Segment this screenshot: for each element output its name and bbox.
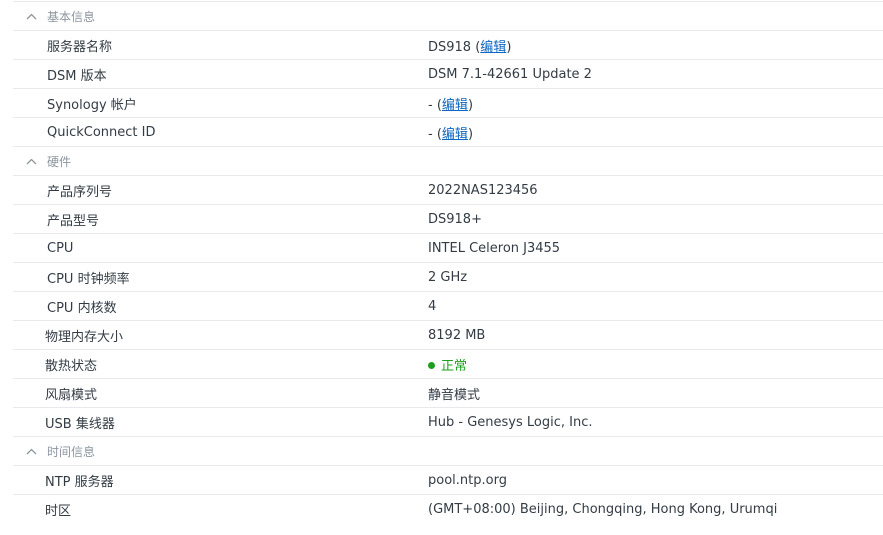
paren-close: ) bbox=[506, 39, 512, 55]
row-label: 时区 bbox=[45, 503, 72, 519]
section-header-hardware[interactable]: 硬件 bbox=[13, 147, 883, 176]
row-label: USB 集线器 bbox=[45, 416, 115, 432]
chevron-up-icon bbox=[21, 437, 41, 465]
row-value: 2 GHz bbox=[428, 269, 468, 285]
info-row-dsm-version: DSM 版本 DSM 7.1-42661 Update 2 bbox=[13, 60, 883, 89]
section-header-basic-info[interactable]: 基本信息 bbox=[13, 2, 883, 31]
info-row-timezone: 时区 (GMT+08:00) Beijing, Chongqing, Hong … bbox=[13, 495, 883, 523]
section-header-time-info[interactable]: 时间信息 bbox=[13, 437, 883, 466]
row-value: Hub - Genesys Logic, Inc. bbox=[428, 414, 593, 430]
row-label: 风扇模式 bbox=[45, 387, 98, 403]
row-label: 服务器名称 bbox=[47, 39, 113, 55]
info-row-quickconnect-id: QuickConnect ID - (编辑) bbox=[13, 118, 883, 147]
synology-account-value: - bbox=[428, 97, 433, 113]
section-title-time-info: 时间信息 bbox=[47, 444, 96, 459]
info-row-cpu-cores: CPU 内核数 4 bbox=[13, 292, 883, 321]
info-row-cpu-clock: CPU 时钟频率 2 GHz bbox=[13, 263, 883, 292]
server-name-value: DS918 bbox=[428, 39, 472, 55]
row-value: (GMT+08:00) Beijing, Chongqing, Hong Kon… bbox=[428, 501, 778, 517]
info-row-serial: 产品序列号 2022NAS123456 bbox=[13, 176, 883, 205]
info-row-usb-hub: USB 集线器 Hub - Genesys Logic, Inc. bbox=[13, 408, 883, 437]
row-value: pool.ntp.org bbox=[428, 472, 507, 488]
row-value: DS918 (编辑) bbox=[428, 36, 883, 55]
row-value: 静音模式 bbox=[428, 387, 481, 403]
thermal-status-text: 正常 bbox=[441, 358, 468, 374]
row-label: 产品型号 bbox=[47, 213, 100, 229]
row-label: 产品序列号 bbox=[47, 184, 113, 200]
edit-synology-account-link[interactable]: 编辑 bbox=[442, 98, 468, 113]
row-label: 物理内存大小 bbox=[45, 329, 124, 345]
system-info-panel: 基本信息 服务器名称 DS918 (编辑) DSM 版本 DSM 7.1-426… bbox=[13, 1, 883, 523]
edit-quickconnect-link[interactable]: 编辑 bbox=[442, 127, 468, 142]
row-value: DSM 7.1-42661 Update 2 bbox=[428, 66, 592, 82]
row-value: - (编辑) bbox=[428, 94, 883, 113]
info-row-server-name: 服务器名称 DS918 (编辑) bbox=[13, 31, 883, 60]
row-value: - (编辑) bbox=[428, 123, 883, 142]
section-title-hardware: 硬件 bbox=[47, 154, 72, 169]
row-label: 散热状态 bbox=[45, 358, 98, 374]
row-value: 4 bbox=[428, 298, 437, 314]
info-row-ntp-server: NTP 服务器 pool.ntp.org bbox=[13, 466, 883, 495]
row-value: 2022NAS123456 bbox=[428, 182, 538, 198]
info-row-fan-mode: 风扇模式 静音模式 bbox=[13, 379, 883, 408]
chevron-up-icon bbox=[21, 147, 41, 175]
info-row-thermal-status: 散热状态 正常 bbox=[13, 350, 883, 379]
row-label: CPU 时钟频率 bbox=[47, 271, 130, 287]
info-row-synology-account: Synology 帐户 - (编辑) bbox=[13, 89, 883, 118]
row-value: 正常 bbox=[428, 355, 883, 374]
row-label: Synology 帐户 bbox=[47, 97, 137, 113]
row-value: 8192 MB bbox=[428, 327, 486, 343]
info-row-model: 产品型号 DS918+ bbox=[13, 205, 883, 234]
quickconnect-value: - bbox=[428, 126, 433, 142]
section-title-basic-info: 基本信息 bbox=[47, 9, 96, 24]
chevron-up-icon bbox=[21, 2, 41, 30]
row-label: DSM 版本 bbox=[47, 68, 107, 84]
info-row-memory: 物理内存大小 8192 MB bbox=[13, 321, 883, 350]
row-label: QuickConnect ID bbox=[47, 124, 156, 140]
status-dot-icon bbox=[428, 361, 435, 369]
row-label: NTP 服务器 bbox=[45, 474, 114, 490]
paren-close: ) bbox=[467, 126, 474, 142]
row-value: DS918+ bbox=[428, 211, 482, 227]
row-label: CPU bbox=[47, 240, 74, 256]
info-row-cpu: CPU INTEL Celeron J3455 bbox=[13, 234, 883, 263]
edit-server-name-link[interactable]: 编辑 bbox=[480, 40, 506, 55]
row-label: CPU 内核数 bbox=[47, 300, 117, 316]
row-value: INTEL Celeron J3455 bbox=[428, 240, 561, 256]
paren-close: ) bbox=[467, 97, 474, 113]
